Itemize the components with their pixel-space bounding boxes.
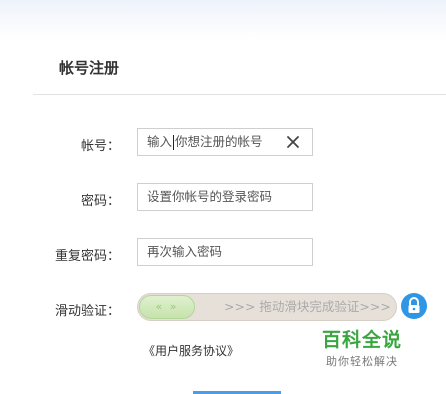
account-input[interactable]: 输入 你想注册的帐号 [137, 128, 313, 156]
account-input-text-end: 你想注册的帐号 [175, 134, 263, 149]
slider-verify-track[interactable]: « » >>> 拖动滑块完成验证>>> [137, 293, 397, 321]
password-label: 密码： [80, 194, 120, 209]
slider-handle[interactable]: « » [139, 295, 195, 319]
confirm-password-input[interactable]: 再次输入密码 [137, 238, 313, 266]
account-label: 帐号： [80, 139, 120, 154]
text-caret [173, 135, 175, 150]
password-placeholder: 设置你帐号的登录密码 [147, 189, 273, 204]
page-title: 帐号注册 [59, 59, 120, 77]
title-divider [33, 94, 446, 95]
watermark-subtitle: 助你轻松解决 [326, 355, 398, 368]
clear-icon[interactable] [286, 135, 300, 149]
user-agreement-link[interactable]: 《用户服务协议》 [143, 342, 239, 359]
watermark-logo: 百科全说 助你轻松解决 [322, 325, 402, 369]
confirm-password-label: 重复密码： [54, 249, 120, 264]
watermark-title: 百科全说 [322, 329, 403, 351]
lock-icon [401, 293, 427, 319]
slider-verify-label: 滑动验证： [54, 304, 120, 319]
password-input[interactable]: 设置你帐号的登录密码 [137, 183, 313, 211]
slider-hint: >>> 拖动滑块完成验证>>> [224, 299, 391, 314]
account-input-text-start: 输入 [147, 134, 173, 149]
confirm-password-placeholder: 再次输入密码 [147, 244, 223, 259]
